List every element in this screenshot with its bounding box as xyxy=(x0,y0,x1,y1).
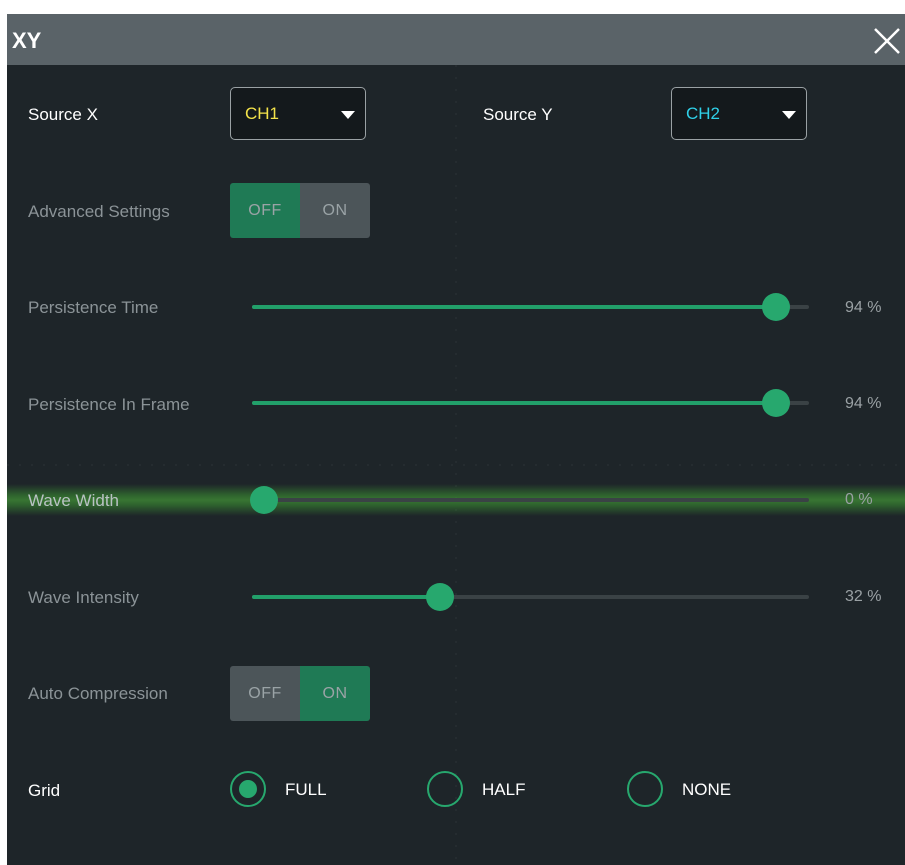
persistence-time-label: Persistence Time xyxy=(28,298,159,317)
grid-label: Grid xyxy=(28,781,61,800)
slider-thumb[interactable] xyxy=(426,583,455,611)
slider-fill xyxy=(252,401,776,405)
grid-half-label: HALF xyxy=(482,780,526,799)
auto-compression-label: Auto Compression xyxy=(28,684,168,703)
radio-ring-icon xyxy=(427,771,463,807)
radio-selected-dot-icon xyxy=(239,780,257,798)
title-bar: XY xyxy=(7,14,905,65)
dropdown-caret-icon xyxy=(782,111,796,119)
wave-intensity-label: Wave Intensity xyxy=(28,588,139,607)
persistence-in-frame-label: Persistence In Frame xyxy=(28,395,190,414)
source-x-dropdown[interactable]: CH1 xyxy=(230,87,366,140)
persistence-in-frame-slider[interactable] xyxy=(252,389,809,417)
persistence-time-value: 94 % xyxy=(845,299,882,316)
grid-none-label: NONE xyxy=(682,780,732,799)
xy-dialog: XY Source X CH1 Source Y CH2 Advanced Se… xyxy=(7,14,905,865)
slider-thumb[interactable] xyxy=(761,293,790,321)
toggle-on-option[interactable]: ON xyxy=(300,183,370,238)
auto-compression-toggle[interactable]: OFF ON xyxy=(230,666,370,721)
slider-track xyxy=(252,498,809,502)
source-x-value: CH1 xyxy=(245,104,280,123)
persistence-time-slider[interactable] xyxy=(252,293,809,321)
slider-fill xyxy=(252,595,431,599)
wave-width-value: 0 % xyxy=(845,491,873,508)
persistence-in-frame-value: 94 % xyxy=(845,395,882,412)
advanced-settings-toggle[interactable]: OFF ON xyxy=(230,183,370,238)
toggle-off-option[interactable]: OFF xyxy=(230,666,300,721)
dialog-title: XY xyxy=(12,28,42,53)
source-y-value: CH2 xyxy=(686,104,721,123)
dropdown-caret-icon xyxy=(341,111,355,119)
close-icon[interactable] xyxy=(873,27,901,55)
wave-width-slider[interactable] xyxy=(250,486,809,514)
toggle-on-option[interactable]: ON xyxy=(300,666,370,721)
wave-width-label: Wave Width xyxy=(28,491,120,510)
wave-intensity-value: 32 % xyxy=(845,588,882,605)
wave-intensity-slider[interactable] xyxy=(252,583,809,611)
toggle-off-option[interactable]: OFF xyxy=(230,183,300,238)
slider-thumb[interactable] xyxy=(761,389,790,417)
slider-thumb[interactable] xyxy=(250,486,278,514)
source-y-label: Source Y xyxy=(483,105,553,124)
source-y-dropdown[interactable]: CH2 xyxy=(671,87,807,140)
grid-full-label: FULL xyxy=(285,780,327,799)
radio-ring-icon xyxy=(627,771,663,807)
slider-fill xyxy=(252,305,776,309)
source-x-label: Source X xyxy=(28,105,98,124)
advanced-settings-label: Advanced Settings xyxy=(28,202,170,221)
oscilloscope-grid-background xyxy=(7,65,905,865)
